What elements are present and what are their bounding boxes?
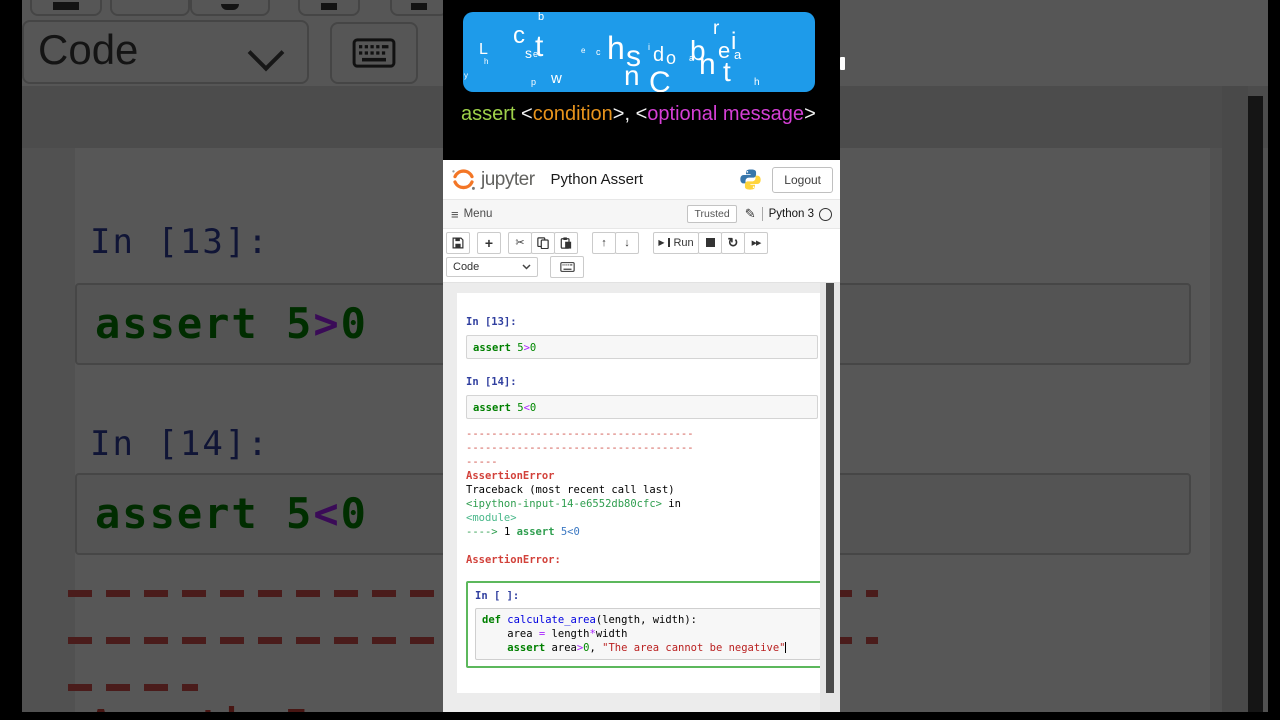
short-video-panel: bctseLhypwechsnCidoabnreiath assert <con… <box>443 0 840 712</box>
python-logo-icon <box>740 169 761 190</box>
animated-letter: b <box>538 12 545 23</box>
assert-syntax-caption: assert <condition>, <optional message> <box>461 103 816 125</box>
syntax-condition: condition <box>532 103 613 125</box>
animated-letter: t <box>723 56 731 87</box>
animated-letter: s <box>525 45 532 61</box>
animated-letter: h <box>607 30 625 66</box>
arrow-up-icon: ↑ <box>601 236 607 249</box>
add-cell-button[interactable]: + <box>477 231 501 254</box>
title-animation-box: bctseLhypwechsnCidoabnreiath <box>463 12 815 92</box>
error-output: ------------------------------------ ---… <box>466 428 694 566</box>
restart-icon: ↻ <box>727 234 739 250</box>
code-cell[interactable]: assert 5>0 <box>466 335 818 359</box>
syntax-keyword: assert <box>461 103 522 125</box>
notebook-title[interactable]: Python Assert <box>551 171 740 188</box>
animated-letter: c <box>513 22 525 49</box>
save-icon <box>452 237 464 248</box>
error-name: AssertionError <box>466 470 555 482</box>
animated-letter: w <box>551 70 562 87</box>
run-label: Run <box>673 236 694 249</box>
animated-letter: d <box>653 44 665 66</box>
save-button[interactable] <box>446 231 470 254</box>
selected-code-cell[interactable]: In [ ]: def calculate_area(length, width… <box>466 581 823 668</box>
cell-type-dropdown[interactable]: Code <box>446 257 538 277</box>
pencil-icon[interactable]: ✎ <box>745 206 756 222</box>
step-forward-icon: ▶ <box>658 238 665 247</box>
error-name-final: AssertionError: <box>466 554 561 566</box>
syntax-optional-message: optional message <box>647 103 805 125</box>
animated-letter: y <box>464 71 468 80</box>
keyboard-icon <box>559 262 575 272</box>
move-cell-down-button[interactable]: ↓ <box>615 231 639 254</box>
animated-letter: i <box>648 42 650 52</box>
stray-letter-fragment <box>840 57 845 70</box>
menu-button[interactable]: ≡ Menu <box>451 207 687 222</box>
kernel-name[interactable]: Python 3 <box>769 208 814 220</box>
chevron-down-icon <box>522 264 531 270</box>
animated-letter: n <box>624 60 640 91</box>
cell-prompt: In [ ]: <box>475 590 520 602</box>
notebook-scrollbar-thumb[interactable] <box>826 283 834 693</box>
animated-letter: o <box>666 48 677 68</box>
run-cell-button[interactable]: ▶ Run <box>653 231 699 254</box>
notebook-header: jupyter Python Assert Logout <box>443 160 840 200</box>
jupyter-logo-icon <box>452 169 475 190</box>
code-cell[interactable]: assert 5<0 <box>466 395 818 419</box>
paste-cell-button[interactable] <box>554 231 578 254</box>
animated-letter: c <box>596 47 601 57</box>
animated-letter: h <box>484 57 489 66</box>
scissors-icon: ✂ <box>515 237 525 249</box>
stop-icon <box>705 238 715 247</box>
cell-prompt: In [13]: <box>466 316 517 328</box>
code-editor[interactable]: def calculate_area(length, width): area … <box>475 608 821 660</box>
animated-letter: n <box>699 48 716 81</box>
copy-cell-button[interactable] <box>531 231 555 254</box>
animated-letter: e <box>581 46 586 55</box>
notebook-paper: In [13]: assert 5>0 In [14]: assert 5<0 … <box>457 293 823 693</box>
kernel-status-icon <box>819 207 832 221</box>
fast-forward-icon: ▶▶ <box>751 239 762 247</box>
copy-icon <box>537 236 549 249</box>
animated-letter: e <box>533 49 539 59</box>
notebook-toolbar: + ✂ ↑ ↓ ▶ Run ↻ ▶▶ <box>443 229 840 256</box>
divider <box>761 207 763 221</box>
hamburger-icon: ≡ <box>451 206 459 222</box>
notebook-toolbar-row2: Code <box>443 256 840 283</box>
video-frame: Code In [13]: assert 5>0 In [14]: assert… <box>0 0 1280 720</box>
cut-cell-button[interactable]: ✂ <box>508 231 532 254</box>
animated-letter: r <box>713 18 720 39</box>
paste-icon <box>560 236 572 249</box>
restart-kernel-button[interactable]: ↻ <box>721 231 745 254</box>
notebook-scroll-area[interactable]: In [13]: assert 5>0 In [14]: assert 5<0 … <box>443 283 840 712</box>
jupyter-logo-text[interactable]: jupyter <box>481 169 535 191</box>
animated-letter: h <box>754 77 760 88</box>
trusted-badge[interactable]: Trusted <box>687 205 737 223</box>
cell-type-value: Code <box>453 261 480 273</box>
animated-letter: C <box>649 66 671 93</box>
interrupt-kernel-button[interactable] <box>698 231 722 254</box>
notebook-menubar: ≡ Menu Trusted ✎ Python 3 <box>443 200 840 229</box>
menu-label: Menu <box>463 208 493 220</box>
cell-prompt: In [14]: <box>466 376 517 388</box>
jupyter-notebook-window: jupyter Python Assert Logout ≡ Menu Trus… <box>443 160 840 712</box>
arrow-down-icon: ↓ <box>624 236 630 249</box>
animated-letter: L <box>479 41 488 58</box>
command-palette-button[interactable] <box>550 256 584 278</box>
animated-letter: p <box>531 77 537 87</box>
text-cursor <box>785 642 787 653</box>
animated-letter: a <box>734 47 742 62</box>
move-cell-up-button[interactable]: ↑ <box>592 231 616 254</box>
restart-run-all-button[interactable]: ▶▶ <box>744 231 768 254</box>
logout-button[interactable]: Logout <box>772 166 833 193</box>
